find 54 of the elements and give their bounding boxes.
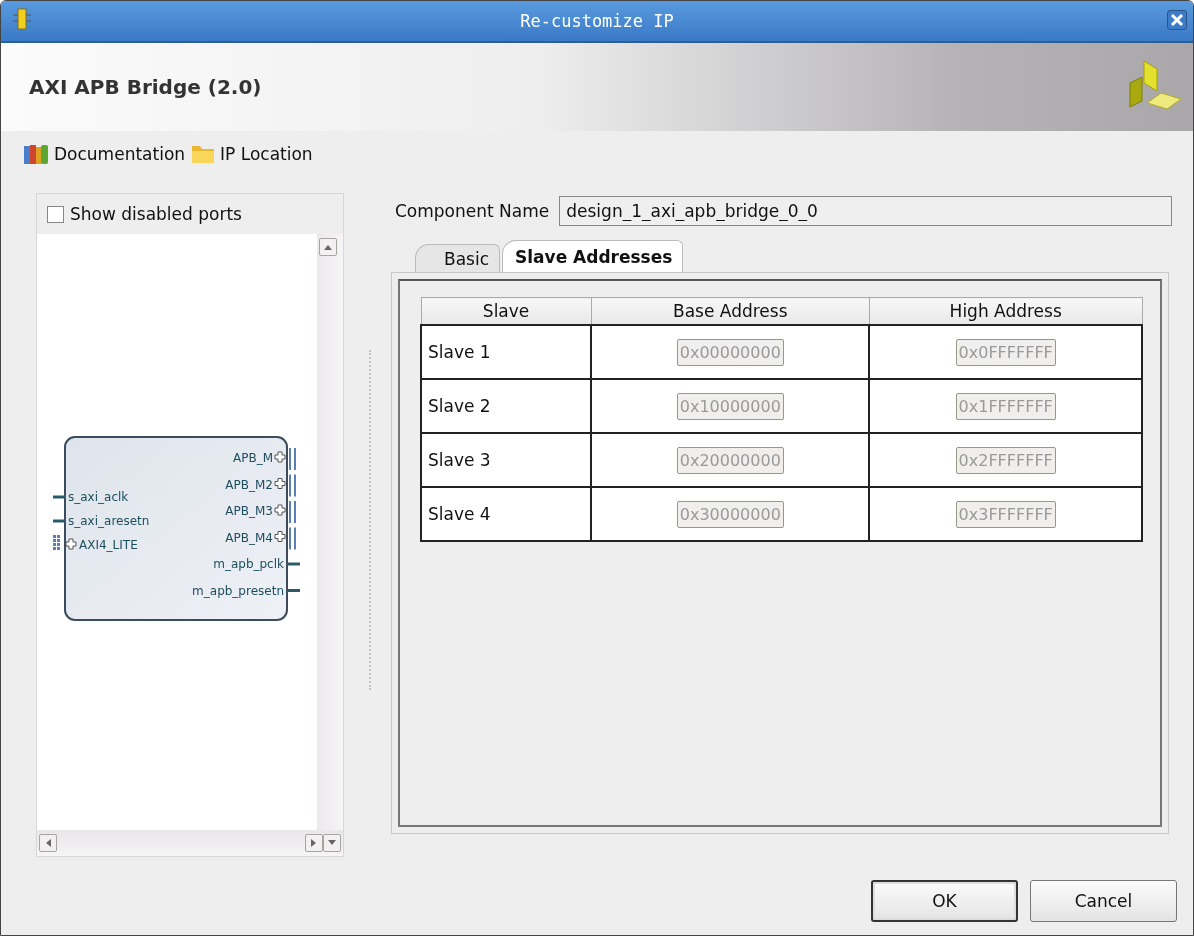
up-arrow-icon — [323, 243, 333, 251]
checkbox[interactable] — [47, 205, 64, 223]
port-label: s_axi_aresetn — [68, 514, 150, 528]
right-arrow-icon — [310, 838, 318, 848]
port-label: APB_M — [232, 451, 273, 465]
port-line — [287, 589, 300, 592]
port-label: APB_M2 — [225, 477, 273, 492]
port-label: APB_M3 — [225, 504, 273, 518]
bus-icon — [289, 527, 296, 550]
table-cell: Slave 2 — [421, 379, 592, 433]
bus-icon — [289, 448, 296, 470]
port-label: m_apb_pclk — [213, 557, 284, 571]
plus-icon[interactable] — [274, 504, 286, 516]
port-line — [53, 495, 66, 499]
scroll-up-button[interactable] — [319, 238, 337, 256]
bus-icon — [289, 501, 296, 523]
port-label: APB_M4 — [225, 530, 273, 545]
dialog-button[interactable]: Cancel — [1030, 880, 1177, 922]
column-header: Slave — [421, 297, 592, 325]
port-label: s_axi_aclk — [68, 490, 129, 504]
plus-icon[interactable] — [65, 538, 77, 550]
port-line — [287, 562, 300, 566]
header-link[interactable]: IP Location — [191, 144, 313, 164]
close-button[interactable] — [1167, 10, 1187, 30]
scroll-right-button[interactable] — [305, 834, 323, 852]
tab[interactable]: Basic — [415, 244, 500, 272]
dialog-button[interactable]: OK — [871, 880, 1018, 922]
column-header: High Address — [869, 297, 1142, 325]
column-header: Base Address — [591, 297, 870, 325]
table-cell: Slave 4 — [421, 487, 592, 541]
component-name-field[interactable]: design_1_axi_apb_bridge_0_0 — [559, 196, 1172, 226]
folder-icon — [191, 144, 216, 164]
ip-title: AXI APB Bridge (2.0) — [29, 75, 262, 99]
plus-icon[interactable] — [274, 478, 286, 489]
port-line — [53, 519, 66, 523]
left-arrow-icon — [44, 838, 52, 848]
table-cell: Slave 1 — [421, 325, 592, 379]
port-label: AXI4_LITE — [79, 538, 138, 552]
plus-icon[interactable] — [274, 451, 286, 463]
header-link[interactable]: Documentation — [23, 143, 186, 165]
window-title: Re-customize IP — [520, 11, 674, 31]
table-cell: Slave 3 — [421, 433, 592, 487]
scroll-down-button[interactable] — [323, 834, 341, 852]
ip-block[interactable] — [64, 436, 288, 621]
bus-icon — [289, 474, 296, 497]
bus-icon — [53, 535, 60, 550]
down-arrow-icon — [327, 839, 337, 847]
scroll-left-button[interactable] — [39, 834, 57, 852]
plus-icon[interactable] — [274, 531, 286, 542]
tab[interactable]: Slave Addresses — [502, 240, 684, 272]
books-icon — [23, 143, 49, 165]
checkbox-label: Show disabled ports — [70, 204, 242, 224]
port-label: m_apb_presetn — [192, 583, 284, 598]
field-label: Component Name — [395, 201, 550, 221]
